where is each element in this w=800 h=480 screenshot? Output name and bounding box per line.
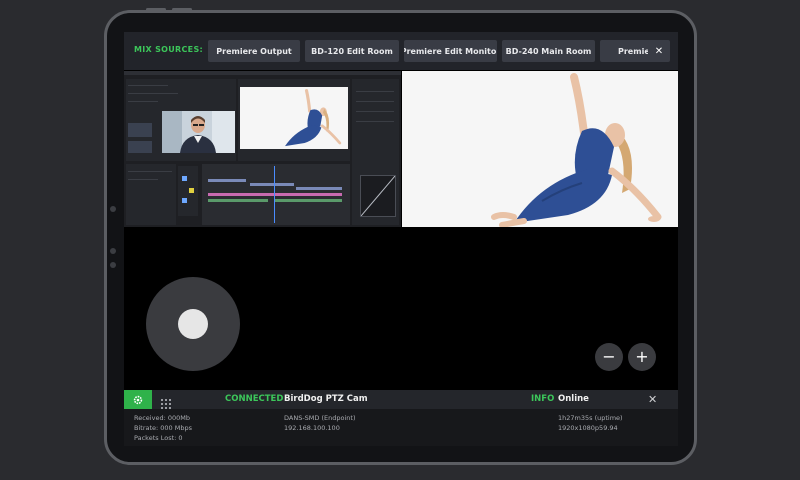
tool-icons — [178, 166, 198, 216]
connection-status: CONNECTED — [225, 394, 284, 404]
timeline-clip — [250, 183, 294, 186]
source-button-bd120-edit-room[interactable]: BD-120 Edit Room — [305, 40, 399, 62]
panel-line — [356, 91, 394, 92]
webcam-person — [162, 111, 235, 153]
timeline-clip — [296, 187, 342, 190]
editor-menu-bar — [124, 71, 401, 75]
panel-line — [356, 121, 394, 122]
panel-line — [128, 101, 158, 102]
device-name: DANS-SMD (Endpoint) — [284, 414, 356, 422]
curve-graph — [360, 175, 396, 217]
source-button-premiere-output[interactable]: Premiere Output — [208, 40, 300, 62]
timeline-clip — [208, 199, 268, 202]
ptz-joystick[interactable] — [146, 277, 240, 371]
packets-lost-stat: Packets Lost: 0 — [134, 434, 183, 442]
status-panel: CONNECTED BirdDog PTZ Cam INFO Online ✕ … — [124, 390, 678, 446]
source-button-premiere-edit-monitor[interactable]: Premiere Edit Monitor — [404, 40, 497, 62]
timeline-clip — [274, 199, 342, 202]
bitrate-stat: Bitrate: 000 Mbps — [134, 424, 192, 432]
panel-line — [128, 93, 178, 94]
dancer-image — [491, 73, 662, 227]
plus-icon: + — [635, 347, 649, 366]
camera-dot — [110, 206, 116, 212]
panel-line — [128, 171, 172, 172]
preview-area — [124, 71, 678, 227]
received-stat: Received: 000Mb — [134, 414, 190, 422]
camera-name: BirdDog PTZ Cam — [284, 394, 368, 404]
close-mix-sources-button[interactable]: ✕ — [648, 40, 670, 62]
timeline-clip — [208, 193, 342, 196]
ip-address: 192.168.100.100 — [284, 424, 340, 432]
thumb-small — [128, 123, 152, 137]
resolution: 1920x1080p59.94 — [558, 424, 618, 432]
app-screen: MIX SOURCES: Premiere Output BD-120 Edit… — [124, 32, 678, 446]
grid-button[interactable] — [161, 394, 171, 409]
panel-line — [356, 111, 394, 112]
project-bin — [126, 164, 176, 225]
panel-line — [128, 85, 168, 86]
status-header-row — [124, 390, 678, 409]
info-label: INFO — [531, 394, 555, 404]
program-monitor-video — [240, 87, 348, 149]
settings-button[interactable] — [124, 390, 152, 409]
grid-icon — [161, 399, 171, 409]
dancer-video-feed[interactable] — [402, 71, 678, 227]
zoom-in-button[interactable]: + — [628, 343, 656, 371]
timeline-clip — [208, 179, 246, 182]
gear-icon — [133, 395, 143, 404]
uptime: 1h27m35s (uptime) — [558, 414, 623, 422]
close-status-button[interactable]: ✕ — [648, 393, 657, 406]
thumb-small — [128, 141, 152, 153]
program-dancer — [285, 89, 342, 147]
minus-icon: − — [602, 347, 616, 366]
mix-sources-bar: MIX SOURCES: Premiere Output BD-120 Edit… — [124, 32, 678, 70]
info-value: Online — [558, 394, 589, 404]
panel-line — [128, 179, 158, 180]
timeline-playhead — [274, 166, 275, 223]
curve-line — [360, 175, 396, 217]
side-dot — [110, 248, 116, 254]
side-dot — [110, 262, 116, 268]
source-button-bd240-main-room[interactable]: BD-240 Main Room — [502, 40, 595, 62]
mix-sources-label: MIX SOURCES: — [134, 45, 204, 54]
premiere-editor-screen[interactable] — [124, 71, 401, 227]
joystick-knob[interactable] — [178, 309, 208, 339]
close-icon: ✕ — [654, 45, 664, 57]
zoom-out-button[interactable]: − — [595, 343, 623, 371]
panel-line — [356, 101, 394, 102]
webcam-inset — [162, 111, 235, 153]
